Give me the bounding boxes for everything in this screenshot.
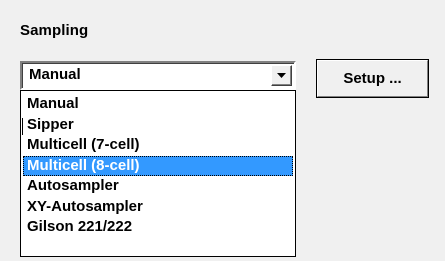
text-caret bbox=[22, 118, 23, 135]
dropdown-option-sipper[interactable]: Sipper bbox=[21, 115, 295, 136]
chevron-down-icon bbox=[277, 73, 286, 78]
dropdown-option-xy-autosampler[interactable]: XY-Autosampler bbox=[21, 197, 295, 218]
dropdown-option-gilson[interactable]: Gilson 221/222 bbox=[21, 217, 295, 238]
sampling-title: Sampling bbox=[20, 22, 89, 39]
dropdown-arrow-button[interactable] bbox=[271, 65, 292, 86]
dropdown-option-multicell-7[interactable]: Multicell (7-cell) bbox=[21, 135, 295, 156]
combobox-value: Manual bbox=[29, 66, 81, 83]
sampling-dropdown-list: Manual Sipper Multicell (7-cell) Multice… bbox=[20, 90, 296, 257]
sampling-panel: Sampling Manual Setup ... Manual Sipper … bbox=[0, 0, 445, 261]
setup-button-label: Setup ... bbox=[343, 70, 402, 87]
sampling-combobox[interactable]: Manual bbox=[20, 61, 296, 90]
dropdown-option-manual[interactable]: Manual bbox=[21, 94, 295, 115]
setup-button[interactable]: Setup ... bbox=[316, 59, 429, 98]
dropdown-option-multicell-8[interactable]: Multicell (8-cell) bbox=[23, 155, 293, 176]
dropdown-option-autosampler[interactable]: Autosampler bbox=[21, 176, 295, 197]
